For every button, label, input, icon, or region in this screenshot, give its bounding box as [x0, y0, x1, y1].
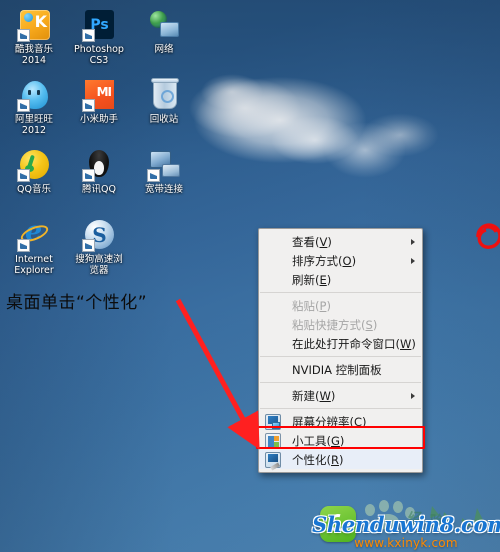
desktop-icon-recycle-bin-label: 回收站	[149, 114, 179, 125]
desktop-icon-internet-explorer-label: Internet Explorer	[14, 254, 54, 276]
desktop-icon-photoshop-cs3-glyph-icon	[82, 8, 116, 42]
menu-separator	[260, 382, 421, 383]
shortcut-arrow-icon	[17, 29, 30, 42]
menu-item-personalize[interactable]: 个性化(R)	[259, 450, 422, 469]
menu-item-sort-by-label: 排序方式(O)	[292, 253, 357, 268]
desktop-icon-tencent-qq-label: 腾讯QQ	[82, 184, 116, 195]
menu-item-sort-by[interactable]: 排序方式(O)	[259, 251, 422, 270]
desktop-icon-network[interactable]: 网络	[132, 4, 196, 74]
shortcut-arrow-icon	[82, 29, 95, 42]
menu-item-refresh[interactable]: 刷新(E)	[259, 270, 422, 289]
menu-item-gadgets-label: 小工具(G)	[292, 433, 345, 448]
menu-item-paste-label: 粘贴(P)	[292, 298, 331, 313]
desktop-icon-aliwangwang[interactable]: 阿里旺旺 2012	[2, 74, 66, 144]
desktop-icon-qq-music-label: QQ音乐	[17, 184, 51, 195]
menu-separator	[260, 356, 421, 357]
personalize-icon	[265, 451, 281, 468]
annotation-label: 桌面单击“个性化”	[6, 293, 148, 313]
menu-item-open-command-window-here-label: 在此处打开命令窗口(W)	[292, 336, 416, 351]
menu-item-nvidia-control-panel[interactable]: NVIDIA 控制面板	[259, 360, 422, 379]
submenu-chevron-right-icon	[411, 257, 415, 264]
menu-item-paste: 粘贴(P)	[259, 296, 422, 315]
menu-item-screen-resolution-label: 屏幕分辨率(C)	[292, 414, 367, 429]
shortcut-arrow-icon	[17, 169, 30, 182]
desktop-icon-network-label: 网络	[154, 44, 174, 55]
menu-item-view-label: 查看(V)	[292, 234, 332, 249]
watermark-site-name: Shenduwin8.com	[312, 512, 500, 537]
shortcut-arrow-icon	[147, 169, 160, 182]
desktop-icon-photoshop-cs3-label: Photoshop CS3	[74, 44, 124, 66]
menu-group: 新建(W)	[259, 385, 422, 406]
desktop-icon-network-glyph-icon	[147, 8, 181, 42]
menu-group: 粘贴(P) 粘贴快捷方式(S) 在此处打开命令窗口(W)	[259, 295, 422, 354]
desktop-icon-aliwangwang-label: 阿里旺旺 2012	[14, 114, 53, 136]
desktop-icon-tencent-qq-glyph-icon	[82, 148, 116, 182]
desktop-icon-tencent-qq[interactable]: 腾讯QQ	[67, 144, 131, 214]
desktop-icon-qq-music[interactable]: QQ音乐	[2, 144, 66, 214]
menu-item-view[interactable]: 查看(V)	[259, 232, 422, 251]
shortcut-arrow-icon	[82, 169, 95, 182]
desktop-icon-grid: 酷我音乐2014 PhotoshopCS3 网络阿里旺旺2012 小米助手 回收站 QQ音…	[2, 4, 198, 284]
partial-red-logo-icon	[476, 223, 500, 249]
menu-item-nvidia-control-panel-label: NVIDIA 控制面板	[292, 362, 382, 377]
menu-item-new-label: 新建(W)	[292, 388, 336, 403]
desktop-icon-sogou-browser-glyph-icon	[82, 218, 116, 252]
desktop-icon-photoshop-cs3[interactable]: PhotoshopCS3	[67, 4, 131, 74]
desktop-icon-recycle-bin-glyph-icon	[147, 78, 181, 112]
submenu-chevron-right-icon	[411, 238, 415, 245]
site-watermark: 经 验 Shenduwin8.com www.kxinyk.com	[312, 500, 500, 552]
gadget-icon	[265, 432, 281, 449]
desktop-context-menu[interactable]: 查看(V) 排序方式(O) 刷新(E) 粘贴(P) 粘贴快捷方式(S) 在此处打开命令窗口…	[258, 228, 423, 473]
menu-item-refresh-label: 刷新(E)	[292, 272, 332, 287]
menu-item-screen-resolution[interactable]: 屏幕分辨率(C)	[259, 412, 422, 431]
menu-item-gadgets[interactable]: 小工具(G)	[259, 431, 422, 450]
submenu-chevron-right-icon	[411, 392, 415, 399]
desktop-icon-sogou-browser[interactable]: 搜狗高速浏览器	[67, 214, 131, 284]
desktop-icon-qq-music-glyph-icon	[17, 148, 51, 182]
menu-item-paste-shortcut: 粘贴快捷方式(S)	[259, 315, 422, 334]
menu-separator	[260, 408, 421, 409]
watermark-site-url: www.kxinyk.com	[354, 536, 458, 550]
monitor-icon	[265, 413, 281, 430]
desktop-icon-kuwo-music-label: 酷我音乐 2014	[14, 44, 53, 66]
menu-group: 查看(V) 排序方式(O) 刷新(E)	[259, 231, 422, 290]
shortcut-arrow-icon	[17, 99, 30, 112]
desktop-icon-internet-explorer[interactable]: InternetExplorer	[2, 214, 66, 284]
desktop-icon-internet-explorer-glyph-icon	[17, 218, 51, 252]
desktop-icon-broadband-connection-label: 宽带连接	[144, 184, 183, 195]
menu-item-new[interactable]: 新建(W)	[259, 386, 422, 405]
desktop-icon-xiaomi-assistant-glyph-icon	[82, 78, 116, 112]
desktop-icon-broadband-connection-glyph-icon	[147, 148, 181, 182]
menu-item-open-command-window-here[interactable]: 在此处打开命令窗口(W)	[259, 334, 422, 353]
desktop-icon-aliwangwang-glyph-icon	[17, 78, 51, 112]
shortcut-arrow-icon	[82, 99, 95, 112]
desktop-icon-recycle-bin[interactable]: 回收站	[132, 74, 196, 144]
desktop-icon-sogou-browser-label: 搜狗高速浏 览器	[75, 254, 123, 276]
menu-group: NVIDIA 控制面板	[259, 359, 422, 380]
desktop-icon-broadband-connection[interactable]: 宽带连接	[132, 144, 196, 214]
menu-group: 屏幕分辨率(C) 小工具(G) 个性化(R)	[259, 411, 422, 470]
menu-item-personalize-label: 个性化(R)	[292, 452, 344, 467]
desktop-icon-kuwo-music-glyph-icon	[17, 8, 51, 42]
menu-item-paste-shortcut-label: 粘贴快捷方式(S)	[292, 317, 378, 332]
desktop-icon-kuwo-music[interactable]: 酷我音乐2014	[2, 4, 66, 74]
shortcut-arrow-icon	[82, 239, 95, 252]
menu-separator	[260, 292, 421, 293]
shortcut-arrow-icon	[17, 239, 30, 252]
desktop-icon-xiaomi-assistant[interactable]: 小米助手	[67, 74, 131, 144]
desktop-icon-xiaomi-assistant-label: 小米助手	[79, 114, 118, 125]
